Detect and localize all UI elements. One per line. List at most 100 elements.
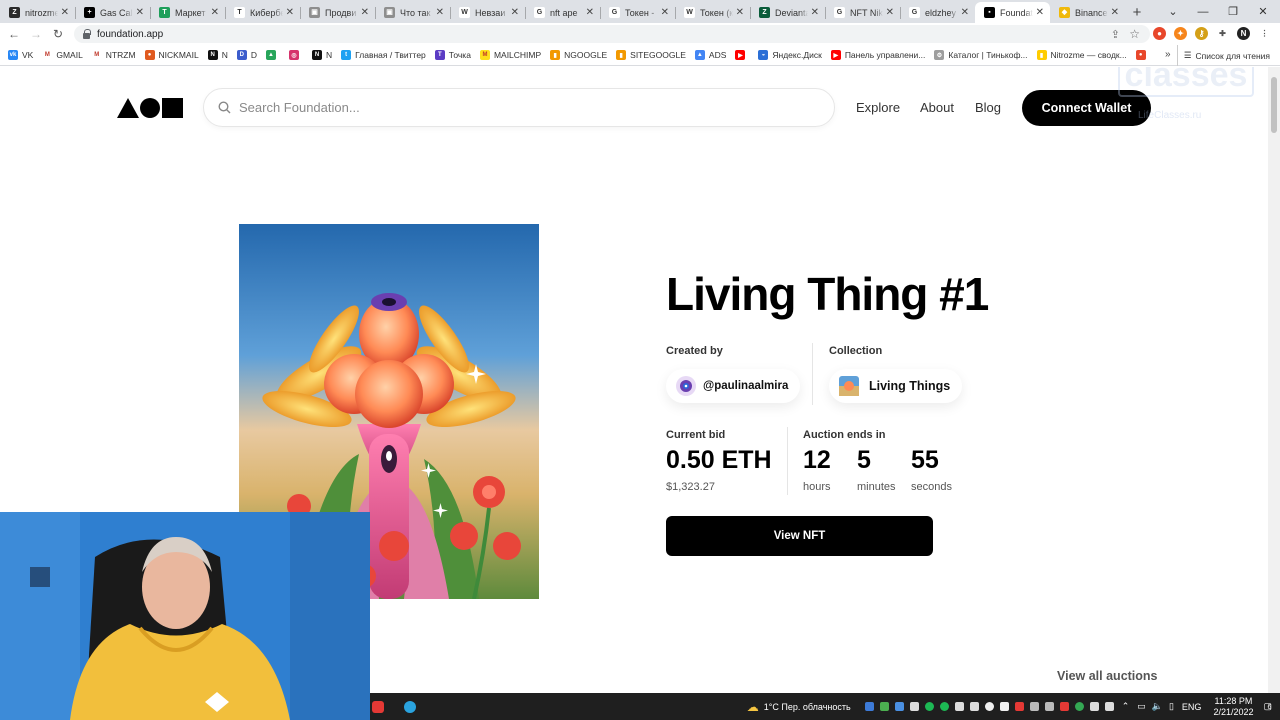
network-icon[interactable]: ▭ <box>1137 701 1146 712</box>
reload-icon[interactable]: ↻ <box>47 23 69 45</box>
bookmark-item[interactable]: M GMAIL <box>42 50 83 60</box>
browser-tab[interactable]: T Маркет ✕ <box>150 2 225 23</box>
bookmark-item[interactable]: ● <box>1135 50 1150 60</box>
view-nft-button[interactable]: View NFT <box>666 516 933 556</box>
browser-tab[interactable]: W Невзаи ✕ <box>450 2 525 23</box>
tray-app-icon[interactable] <box>1029 702 1039 711</box>
bookmark-item[interactable]: DD <box>236 50 257 60</box>
bookmark-item[interactable]: NN <box>311 50 332 60</box>
bookmark-item[interactable]: ▮ SITEGOOGLE <box>616 50 686 60</box>
share-icon[interactable]: ⇪ <box>1111 28 1120 41</box>
url-field[interactable]: foundation.app ⇪ ☆ <box>74 25 1150 43</box>
bookmark-item[interactable]: ▮ Nitrozme — сводк... <box>1036 50 1127 60</box>
close-tab-icon[interactable]: ✕ <box>1036 7 1044 18</box>
clock[interactable]: 11:28 PM 2/21/2022 <box>1213 696 1253 717</box>
browser-tab[interactable]: + Gas Calc✕ <box>75 2 150 23</box>
close-tab-icon[interactable]: ✕ <box>661 7 669 18</box>
tray-app-icon[interactable] <box>1014 702 1024 711</box>
close-tab-icon[interactable]: ✕ <box>136 7 144 18</box>
bookmark-item[interactable]: T Точка <box>434 50 471 60</box>
bookmark-item[interactable]: ▲ ADS <box>694 50 726 60</box>
browser-tab[interactable]: ◆ Binance ✕ <box>1050 2 1125 23</box>
more-bookmarks-chevron[interactable]: » <box>1165 49 1171 60</box>
tray-app-icon[interactable] <box>999 702 1009 711</box>
close-tab-icon[interactable]: ✕ <box>961 7 969 18</box>
reading-list-button[interactable]: ☰ Список для чтения <box>1176 45 1270 66</box>
profile-avatar[interactable]: N <box>1237 27 1250 40</box>
bookmark-item[interactable]: ◒ Яндекс.Диск <box>758 50 822 60</box>
browser-tab[interactable]: ▣ Продви ✕ <box>300 2 375 23</box>
close-tab-icon[interactable]: ✕ <box>586 7 594 18</box>
foundation-logo[interactable] <box>117 98 183 118</box>
browser-tab[interactable]: W Токен (к ✕ <box>675 2 750 23</box>
forward-arrow-icon[interactable]: → <box>25 23 47 45</box>
close-tab-icon[interactable]: ✕ <box>886 7 894 18</box>
extensions-puzzle-icon[interactable]: ✚ <box>1216 27 1229 40</box>
minimize-icon[interactable]: — <box>1188 0 1218 23</box>
notifications-icon[interactable]: ▢ 6 <box>1263 701 1272 712</box>
weather-text[interactable]: 1°C Пер. облачность <box>764 702 851 712</box>
close-tab-icon[interactable]: ✕ <box>1111 7 1119 18</box>
browser-tab[interactable]: G NFT Nik ✕ <box>825 2 900 23</box>
tray-app-icon[interactable] <box>1059 702 1069 711</box>
search-bar[interactable] <box>203 88 835 127</box>
star-icon[interactable]: ☆ <box>1129 27 1140 41</box>
browser-tab[interactable]: Znitrozme ✕ <box>0 2 75 23</box>
page-scrollbar[interactable] <box>1268 67 1280 693</box>
view-all-auctions-link[interactable]: View all auctions <box>1057 669 1158 683</box>
browser-tab[interactable]: G Токен - ✕ <box>600 2 675 23</box>
browser-tab[interactable]: Z Devianta ✕ <box>750 2 825 23</box>
power-icon[interactable]: ▯ <box>1169 701 1174 712</box>
close-tab-icon[interactable]: ✕ <box>361 7 369 18</box>
back-arrow-icon[interactable]: ← <box>3 23 25 45</box>
close-tab-icon[interactable]: ✕ <box>736 7 744 18</box>
tray-app-icon[interactable] <box>909 702 919 711</box>
volume-icon[interactable]: 🔈 <box>1152 701 1163 712</box>
browser-tab[interactable]: ▪ Foundat ✕ <box>975 2 1050 23</box>
bookmark-item[interactable]: M MAILCHIMP <box>479 50 541 60</box>
nav-explore[interactable]: Explore <box>856 100 900 115</box>
tray-app-icon[interactable] <box>969 702 979 711</box>
scrollbar-thumb[interactable] <box>1271 77 1277 133</box>
bookmark-item[interactable]: vk VK <box>8 50 33 60</box>
microphone-icon[interactable] <box>1044 702 1054 711</box>
collection-chip[interactable]: Living Things <box>829 369 963 403</box>
opera-extension-icon[interactable]: ● <box>1153 27 1166 40</box>
browser-tab[interactable]: ▣ Что так ✕ <box>375 2 450 23</box>
menu-dots-icon[interactable]: ⋮ <box>1258 27 1271 40</box>
creator-chip[interactable]: @paulinaalmira <box>666 369 801 403</box>
tray-app-icon[interactable] <box>984 702 994 711</box>
tray-app-icon[interactable] <box>1104 702 1114 711</box>
bookmark-item[interactable]: ● NICKMAIL <box>144 50 199 60</box>
close-window-icon[interactable]: ✕ <box>1248 0 1278 23</box>
pdf-app-icon[interactable] <box>372 700 384 713</box>
close-tab-icon[interactable]: ✕ <box>511 7 519 18</box>
close-tab-icon[interactable]: ✕ <box>286 7 294 18</box>
key-extension-icon[interactable]: ⚷ <box>1195 27 1208 40</box>
bookmark-item[interactable]: ▲ <box>265 50 280 60</box>
nav-about[interactable]: About <box>920 100 954 115</box>
tray-app-icon[interactable] <box>864 702 874 711</box>
bookmark-item[interactable]: M NTRZM <box>91 50 136 60</box>
tab-search-icon[interactable]: ⌄ <box>1158 0 1188 23</box>
bookmark-item[interactable]: ◎ <box>288 50 303 60</box>
bookmark-item[interactable]: NN <box>207 50 228 60</box>
metamask-icon[interactable]: ✦ <box>1174 27 1187 40</box>
browser-tab[interactable]: Geldzhey ✕ <box>900 2 975 23</box>
bookmark-item[interactable]: ⚙ Каталог | Тинькоф... <box>934 50 1028 60</box>
browser-tab[interactable]: T Кибербе ✕ <box>225 2 300 23</box>
browser-tab[interactable]: Gnft ape ✕ <box>525 2 600 23</box>
bookmark-item[interactable]: ▶ Панель управлени... <box>830 50 925 60</box>
close-tab-icon[interactable]: ✕ <box>211 7 219 18</box>
close-tab-icon[interactable]: ✕ <box>811 7 819 18</box>
close-tab-icon[interactable]: ✕ <box>61 7 69 18</box>
bookmark-item[interactable]: ▮ NGOOGLE <box>550 50 607 60</box>
tray-app-icon[interactable] <box>939 702 949 711</box>
nav-blog[interactable]: Blog <box>975 100 1001 115</box>
chevron-up-icon[interactable]: ⌃ <box>1122 701 1130 712</box>
search-input[interactable] <box>239 100 799 115</box>
telegram-icon[interactable] <box>404 700 416 713</box>
tray-app-icon[interactable] <box>954 702 964 711</box>
close-tab-icon[interactable]: ✕ <box>436 7 444 18</box>
tray-app-icon[interactable] <box>1089 702 1099 711</box>
